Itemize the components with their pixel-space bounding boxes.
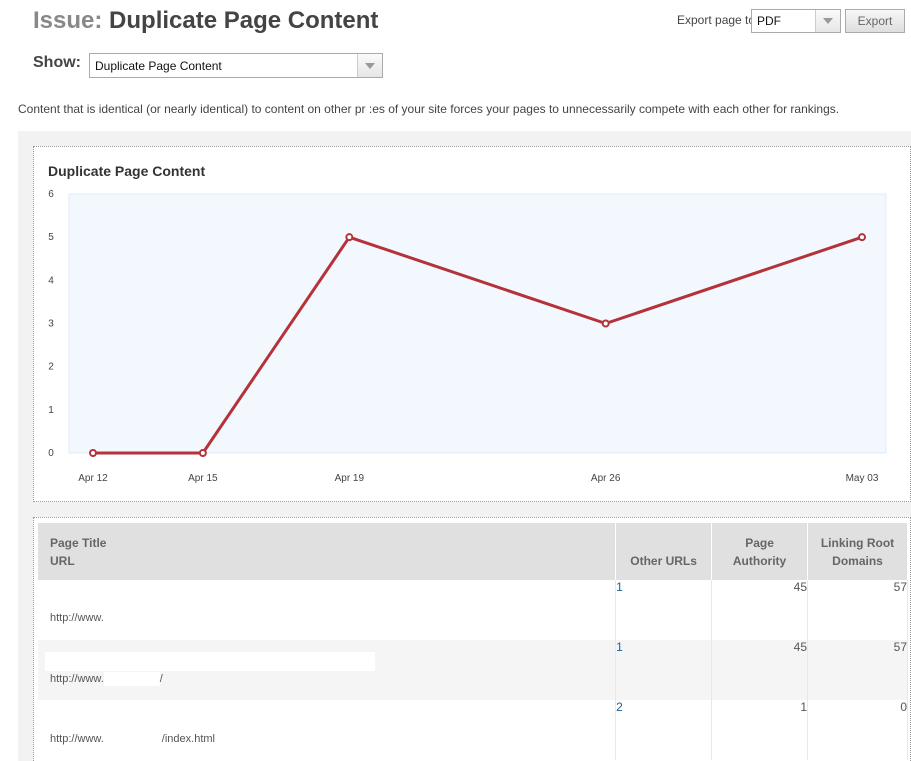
x-tick-label: May 03: [846, 473, 879, 484]
url-suffix: /index.html: [161, 732, 215, 745]
y-tick-label: 4: [48, 275, 54, 286]
export-button[interactable]: Export: [845, 9, 905, 33]
cell-title-url: http://www.: [38, 580, 617, 640]
column-header-title-url[interactable]: Page Title URL: [38, 523, 617, 580]
line-chart: 0 1 2 3 4 5 6 Apr 12 Apr 15 Apr 19 Apr 26 May 03: [48, 189, 887, 484]
export-format-dropdown-button[interactable]: [815, 10, 840, 32]
page-url: http://www.: [50, 612, 104, 624]
show-label: Show:: [33, 54, 81, 71]
header-other-urls: Other URLs: [630, 554, 697, 568]
y-tick-label: 0: [48, 448, 54, 459]
cell-linking-root-domains: 57: [807, 580, 908, 640]
table-row: http://www. 1 45 57: [38, 580, 908, 640]
header-page-authority-1: Page: [745, 536, 774, 550]
cell-title-url: http://www. /index.html: [38, 700, 617, 760]
data-point: [601, 319, 610, 328]
redacted-title: [45, 652, 375, 671]
header-linking-1: Linking Root: [820, 536, 895, 550]
x-tick-label: Apr 15: [188, 473, 218, 484]
header-url: URL: [50, 554, 75, 568]
column-header-other-urls[interactable]: Other URLs: [615, 523, 713, 580]
chevron-down-icon: [365, 62, 375, 69]
url-text: http://www.: [50, 612, 104, 624]
cell-page-authority: 45: [711, 640, 809, 700]
cell-page-authority: 45: [711, 580, 809, 640]
y-tick-label: 2: [48, 362, 54, 373]
url-text: http://www.: [50, 732, 104, 745]
url-suffix: /: [159, 672, 163, 685]
x-tick-label: Apr 26: [591, 473, 621, 484]
show-select-value: Duplicate Page Content: [95, 58, 222, 73]
cell-linking-root-domains: 0: [807, 700, 908, 760]
export-format-value: PDF: [757, 14, 781, 28]
cell-other-urls: 2: [615, 700, 713, 760]
y-tick-label: 6: [48, 189, 54, 200]
data-point: [858, 233, 866, 242]
y-tick-label: 5: [48, 232, 54, 243]
issue-title: Duplicate Page Content: [109, 7, 379, 34]
page-url: http://www. /: [50, 672, 163, 686]
data-point: [345, 233, 354, 242]
page-url: http://www. /index.html: [50, 732, 215, 746]
redacted-domain: [103, 732, 162, 746]
y-tick-label: 1: [48, 405, 54, 416]
column-header-page-authority[interactable]: Page Authority: [711, 523, 809, 580]
x-tick-label: Apr 12: [78, 473, 108, 484]
chevron-down-icon: [823, 18, 833, 24]
page-title: Issue: Duplicate Page Content: [33, 7, 378, 35]
table-row: http://www. /index.html 2 1 0: [38, 700, 908, 760]
cell-page-authority: 1: [711, 700, 809, 760]
cell-other-urls: 1: [615, 640, 713, 700]
show-select[interactable]: Duplicate Page Content: [89, 53, 383, 78]
export-label: Export page to: [677, 13, 756, 27]
issue-description: Content that is identical (or nearly ide…: [18, 102, 840, 116]
redacted-domain: [103, 672, 160, 686]
chart-title: Duplicate Page Content: [48, 163, 206, 179]
url-text: http://www.: [50, 672, 104, 685]
other-urls-link[interactable]: 1: [616, 580, 623, 594]
other-urls-link[interactable]: 1: [616, 640, 623, 654]
x-tick-label: Apr 19: [335, 473, 365, 484]
export-format-select[interactable]: PDF: [751, 9, 841, 33]
cell-linking-root-domains: 57: [807, 640, 908, 700]
show-dropdown-button[interactable]: [357, 54, 382, 77]
duplicate-content-table: Page Title URL Other URLs Page Authority…: [38, 523, 908, 760]
y-tick-label: 3: [48, 319, 54, 330]
table-row: http://www. / 1 45 57: [38, 640, 908, 700]
header-page-title: Page Title: [50, 536, 107, 550]
data-point: [89, 449, 97, 457]
header-page-authority-2: Authority: [732, 554, 787, 568]
plot-area: [68, 193, 887, 454]
data-point: [198, 449, 207, 457]
issue-label: Issue:: [33, 7, 103, 34]
cell-title-url: http://www. /: [38, 640, 617, 700]
table-header-row: Page Title URL Other URLs Page Authority…: [38, 523, 908, 580]
cell-other-urls: 1: [615, 580, 713, 640]
header-linking-2: Domains: [832, 554, 883, 568]
other-urls-link[interactable]: 2: [616, 700, 623, 714]
column-header-linking-root-domains[interactable]: Linking Root Domains: [807, 523, 908, 580]
